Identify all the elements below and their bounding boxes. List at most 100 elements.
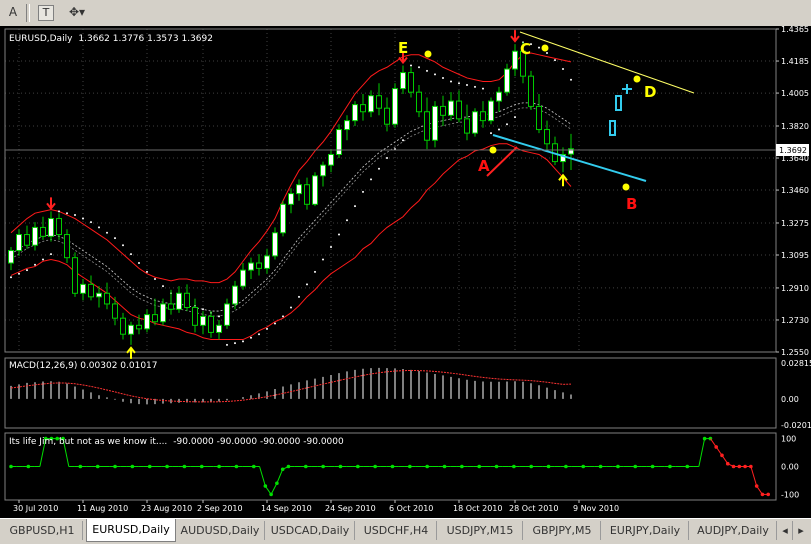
annotation-dot xyxy=(622,183,630,191)
sar-dot xyxy=(258,333,260,336)
chart-canvas[interactable]: 1.43651.41851.40051.38201.36401.34601.32… xyxy=(0,25,811,518)
chart-window[interactable]: 1.4365 1.4185 1.4005 1.3820 1.3640 1.3460 1.32… xyxy=(0,25,811,518)
candle xyxy=(408,72,414,93)
price-tick-label: 1.4185 xyxy=(781,57,809,66)
candle xyxy=(72,257,78,294)
price-tick-label: 1.3275 xyxy=(781,219,809,228)
candlesticks[interactable] xyxy=(8,42,574,345)
sar-dot xyxy=(290,306,292,309)
candle xyxy=(464,118,470,134)
time-tick-label: 6 Oct 2010 xyxy=(389,504,433,513)
sar-dot xyxy=(234,342,236,345)
candle xyxy=(232,285,238,305)
candle xyxy=(184,292,190,309)
sar-dot xyxy=(306,283,308,286)
candle xyxy=(304,184,310,205)
life-dot xyxy=(766,492,771,497)
text-tool-button[interactable]: A xyxy=(2,3,24,22)
tab-usdchf-h4[interactable]: USDCHF,H4 xyxy=(356,521,437,540)
annotation-c: C xyxy=(520,40,531,58)
candle xyxy=(160,303,166,323)
text-label-tool-button[interactable]: T xyxy=(38,5,54,21)
life-line-segment xyxy=(259,466,266,487)
sar-dot xyxy=(250,336,252,339)
tab-gbpusd-h1[interactable]: GBPUSD,H1 xyxy=(2,521,83,540)
sar-dot xyxy=(546,52,548,55)
sar-dot xyxy=(50,253,52,256)
time-tick-label: 18 Oct 2010 xyxy=(453,504,502,513)
candle xyxy=(248,262,254,271)
time-tick-label: 14 Sep 2010 xyxy=(261,504,312,513)
tab-audusd-daily[interactable]: AUDUSD,Daily xyxy=(176,521,265,540)
tab-scroll-right-icon[interactable]: ▸ xyxy=(794,521,808,540)
time-tick-label: 30 Jul 2010 xyxy=(13,504,58,513)
sar-dot xyxy=(122,244,124,247)
sar-dot xyxy=(218,315,220,318)
sar-dot xyxy=(562,68,564,71)
sar-dot xyxy=(330,246,332,249)
arrows-dropdown-button[interactable]: ✥▾ xyxy=(64,3,90,22)
sar-dot xyxy=(154,278,156,281)
candle xyxy=(224,303,230,326)
tab-audjpy-daily[interactable]: AUDJPY,Daily xyxy=(690,521,777,540)
candle xyxy=(320,164,326,177)
chart-title: EURUSD,Daily 1.3662 1.3776 1.3573 1.3692 xyxy=(9,34,213,44)
tab-gbpjpy-m5[interactable]: GBPJPY,M5 xyxy=(524,521,601,540)
price-tick-label: 1.3820 xyxy=(781,122,809,131)
candle xyxy=(328,153,334,166)
candle xyxy=(288,193,294,205)
candle xyxy=(112,303,118,319)
time-axis: 30 Jul 2010 11 Aug 2010 23 Aug 2010 2 Sep 2… xyxy=(13,500,619,513)
candle xyxy=(192,307,198,326)
trendlines[interactable] xyxy=(5,31,776,191)
price-tick-label: 1.4005 xyxy=(781,89,809,98)
sar-dot xyxy=(482,87,484,90)
candle xyxy=(448,100,454,116)
annotation-b: B xyxy=(626,195,637,213)
candle xyxy=(168,303,174,310)
tab-scroll-left-icon[interactable]: ◂ xyxy=(778,521,793,540)
tab-usdjpy-m15[interactable]: USDJPY,M15 xyxy=(438,521,523,540)
sar-dot xyxy=(474,85,476,88)
candle xyxy=(312,175,318,205)
candle xyxy=(144,314,150,330)
svg-text:1.3692: 1.3692 xyxy=(779,146,807,155)
tab-usdcad-daily[interactable]: USDCAD,Daily xyxy=(266,521,355,540)
time-tick-label: 28 Oct 2010 xyxy=(509,504,558,513)
sar-dot xyxy=(418,66,420,69)
sar-dot xyxy=(346,219,348,222)
sar-dot xyxy=(146,270,148,273)
sar-dot xyxy=(66,212,68,215)
symbol-tab-bar: GBPUSD,H1 EURUSD,Daily AUDUSD,Daily USDC… xyxy=(0,518,811,544)
sar-dot xyxy=(354,205,356,208)
sar-dot xyxy=(98,226,100,229)
support-trendline xyxy=(492,134,647,182)
candle xyxy=(336,129,342,155)
life-dot xyxy=(269,492,273,497)
candle xyxy=(240,269,246,287)
grid-lines xyxy=(5,28,776,353)
life-tick-label: 0.00 xyxy=(781,463,799,472)
life-dot xyxy=(280,467,285,472)
sar-dot xyxy=(490,132,492,135)
annotation-d: D xyxy=(644,83,656,101)
candle xyxy=(512,50,518,70)
sar-dot xyxy=(466,84,468,87)
sar-dot xyxy=(138,262,140,265)
price-tick-label: 1.2550 xyxy=(781,348,809,357)
sar-dot xyxy=(450,80,452,83)
tab-eurusd-daily[interactable]: EURUSD,Daily xyxy=(86,519,176,542)
time-tick-label: 2 Sep 2010 xyxy=(197,504,243,513)
life-tick-label: -100 xyxy=(781,490,799,499)
candle xyxy=(56,218,62,236)
sar-dot xyxy=(362,190,364,193)
candle xyxy=(472,111,478,134)
price-axis: 1.43651.41851.40051.38201.36401.34601.32… xyxy=(776,25,811,499)
sar-dot xyxy=(34,263,36,266)
life-tick-label: 100 xyxy=(781,435,796,444)
sar-dot xyxy=(274,322,276,325)
candle xyxy=(392,88,398,125)
sar-dot xyxy=(114,237,116,240)
candle xyxy=(432,105,438,141)
tab-eurjpy-daily[interactable]: EURJPY,Daily xyxy=(602,521,689,540)
